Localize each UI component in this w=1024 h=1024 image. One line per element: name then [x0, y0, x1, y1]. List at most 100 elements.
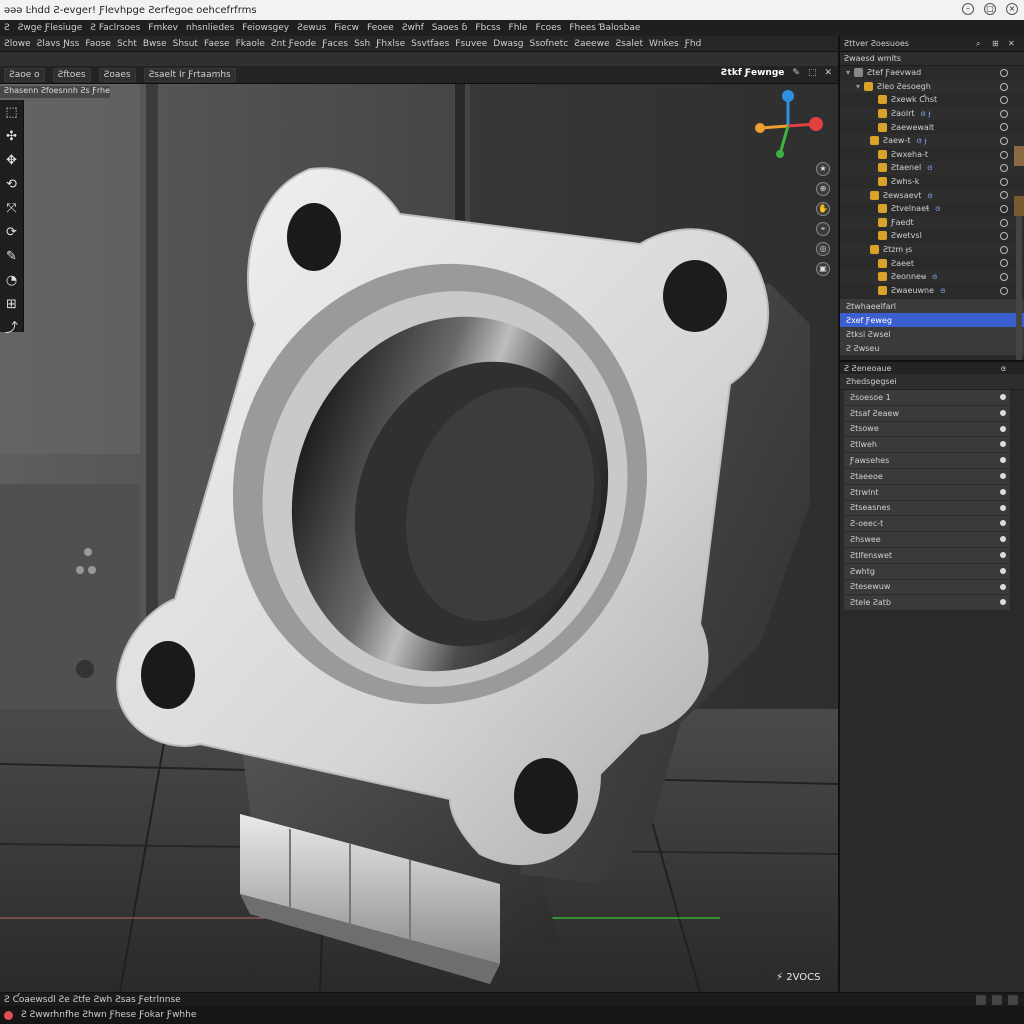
viewport-nav-icon[interactable]: ✋	[816, 202, 830, 216]
outliner-item[interactable]: Ƨwetvsl	[840, 229, 1024, 243]
collection-item[interactable]: Ƨtwhaeelfarl	[840, 299, 1024, 314]
keyframe-dot-icon[interactable]	[1000, 472, 1006, 479]
keyframe-dot-icon[interactable]	[1000, 504, 1006, 511]
menu-item[interactable]: Saoes ɓ	[432, 23, 468, 33]
visibility-eye-icon[interactable]	[1000, 164, 1008, 173]
visibility-eye-icon[interactable]	[1000, 96, 1008, 105]
menu-item[interactable]: Ƨ Faclrsoes	[90, 23, 140, 33]
menu-item[interactable]: Fbcss	[475, 23, 500, 33]
extrude-icon[interactable]: ⤴	[3, 320, 21, 338]
property-field[interactable]: Ƨtsaf Ƨeaew	[844, 405, 1010, 422]
visibility-eye-icon[interactable]	[1000, 69, 1008, 77]
tool-header-item[interactable]: Ƨlowe	[4, 39, 31, 49]
viewport-nav-icon[interactable]: ★	[816, 162, 830, 176]
outliner-item[interactable]: Ƨwhs-k	[840, 175, 1024, 189]
annotate-icon[interactable]: ✎	[3, 248, 21, 266]
visibility-eye-icon[interactable]	[1000, 204, 1008, 213]
property-field[interactable]: Ƨ-oeec-t	[844, 516, 1010, 533]
visibility-eye-icon[interactable]	[1000, 218, 1008, 227]
add-cube-icon[interactable]: ⊞	[3, 296, 21, 314]
outliner-item[interactable]: Ƨewsaevt ɞ	[840, 188, 1024, 202]
tool-header-item[interactable]: Ƨlavs Ɲss	[37, 39, 80, 49]
menu-item[interactable]: Fiecw	[334, 23, 359, 33]
property-field[interactable]: Ƨtlfenswet	[844, 547, 1010, 564]
viewport-nav-icon[interactable]: ⊕	[816, 182, 830, 196]
tool-header-item[interactable]: Fkaole	[236, 39, 265, 49]
property-field[interactable]: Ƨtseasnes	[844, 500, 1010, 517]
visibility-eye-icon[interactable]	[1000, 136, 1008, 145]
3d-viewport[interactable]	[0, 84, 838, 992]
outliner-item[interactable]: Ƒaedt	[840, 215, 1024, 230]
tool-header-item[interactable]: Faose	[85, 39, 111, 49]
keyframe-dot-icon[interactable]	[1000, 441, 1006, 448]
tool-header-item[interactable]: Faese	[204, 39, 230, 49]
tree-root[interactable]: ▾ Ƨtef Ƒaevwad	[840, 66, 1024, 80]
outliner-item[interactable]: Ƨxewk Ƈhst	[840, 93, 1024, 107]
outliner-view-layer[interactable]: Ƨwaesd wmlts	[840, 52, 1024, 66]
menu-item[interactable]: Feiowsgey	[242, 23, 289, 33]
visibility-eye-icon[interactable]	[1000, 82, 1008, 91]
keyframe-dot-icon[interactable]	[1000, 583, 1006, 590]
keyframe-dot-icon[interactable]	[1000, 567, 1006, 574]
outliner-item[interactable]: Ƨwaeuwne ɞ	[840, 284, 1024, 298]
tool-header-item[interactable]: Shsut	[173, 39, 198, 49]
keyframe-dot-icon[interactable]	[1000, 425, 1006, 432]
visibility-eye-icon[interactable]	[1000, 123, 1008, 132]
menu-item[interactable]: Ƨ	[4, 23, 10, 33]
maximize-icon[interactable]: □	[984, 3, 996, 15]
outliner-item[interactable]: Ƨeonneʉ ɞ	[840, 269, 1024, 284]
visibility-eye-icon[interactable]	[1000, 109, 1008, 118]
tool-header-item[interactable]: Ƒaces	[322, 39, 348, 49]
property-field[interactable]: Ƨwhtg	[844, 563, 1010, 580]
keyframe-dot-icon[interactable]	[1000, 599, 1006, 606]
transform-icon[interactable]: ⟳	[3, 224, 21, 242]
gizmo-neg-x-axis[interactable]	[755, 123, 765, 133]
property-field[interactable]: Ƨtrwlnt	[844, 484, 1010, 501]
keyframe-dot-icon[interactable]	[1000, 551, 1006, 558]
tool-header-item[interactable]: Ƨsalet	[615, 39, 642, 49]
visibility-eye-icon[interactable]	[1000, 232, 1008, 241]
keyframe-dot-icon[interactable]	[1000, 488, 1006, 495]
tree-scene[interactable]: ▾ Ƨleo Ƨesoegh	[840, 79, 1024, 94]
menu-item[interactable]: Ƨwhf	[402, 23, 424, 33]
menu-item[interactable]: Ƨewus	[297, 23, 326, 33]
visibility-eye-icon[interactable]	[1000, 177, 1008, 186]
menu-item[interactable]: nhsnliedes	[186, 23, 234, 33]
visibility-eye-icon[interactable]	[1000, 286, 1008, 295]
property-field[interactable]: Ƨtaeeoe	[844, 468, 1010, 485]
tool-header-item[interactable]: Dwasg	[493, 39, 523, 49]
menu-item[interactable]: Feoee	[367, 23, 394, 33]
header-tab-object[interactable]: Ƨsaelt Ir Ƒrtaamhs	[143, 67, 236, 82]
gizmo-x-axis[interactable]	[809, 117, 823, 131]
close-icon[interactable]: ×	[1006, 3, 1018, 15]
property-field[interactable]: Ƒawsehes	[844, 453, 1010, 469]
measure-icon[interactable]: ◔	[3, 272, 21, 290]
close-icon[interactable]: ✕	[824, 68, 832, 78]
viewport-nav-icon[interactable]: ◎	[816, 242, 830, 256]
header-tab-select[interactable]: Ƨoaes	[98, 67, 136, 82]
viewport-nav-icon[interactable]: ▣	[816, 262, 830, 276]
outliner-item[interactable]: Ƨaolrt ɞ ɟ	[840, 106, 1024, 121]
gizmo-y-axis[interactable]	[776, 150, 784, 158]
menu-item[interactable]: Fhees Ɓalosbae	[569, 23, 640, 33]
header-tab-mode[interactable]: Ƨaoe o	[4, 67, 45, 82]
visibility-eye-icon[interactable]	[1000, 150, 1008, 159]
tool-header-item[interactable]: Ƒhxlse	[376, 39, 405, 49]
visibility-eye-icon[interactable]	[1000, 259, 1008, 268]
visibility-eye-icon[interactable]	[1000, 191, 1008, 200]
gizmo-z-axis[interactable]	[782, 90, 794, 102]
menu-item[interactable]: Ƨwge Ƒlesiuge	[18, 23, 83, 33]
outliner-item[interactable]: Ƨtaenel ɞ	[840, 161, 1024, 175]
tool-header-item[interactable]: Scht	[117, 39, 137, 49]
header-tab-view[interactable]: Ƨftoes	[52, 67, 91, 82]
filter-icon[interactable]: ⌕	[976, 39, 986, 49]
move-icon[interactable]: ✥	[3, 152, 21, 170]
rotate-icon[interactable]: ⟲	[3, 176, 21, 194]
tool-header-item[interactable]: Fsuvee	[455, 39, 487, 49]
settings-icon[interactable]	[1008, 995, 1018, 1005]
play-icon[interactable]	[976, 995, 986, 1005]
property-field[interactable]: Ƨtesewuw	[844, 579, 1010, 596]
property-field[interactable]: Ƨtele Ƨatb	[844, 595, 1010, 612]
property-field[interactable]: Ƨhswee	[844, 532, 1010, 548]
new-collection-icon[interactable]: ⊞	[992, 39, 1002, 49]
